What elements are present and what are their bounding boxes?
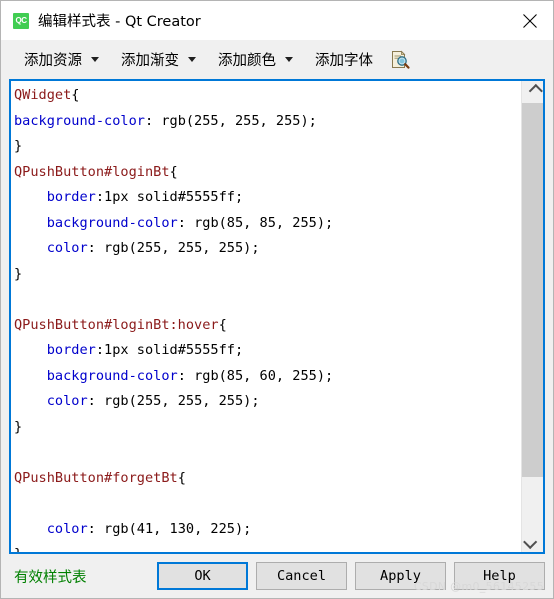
code-line: color: rgb(41, 130, 225); (14, 517, 521, 543)
window-title: 编辑样式表 - Qt Creator (38, 14, 201, 30)
code-line: border:1px solid#5555ff; (14, 338, 521, 364)
code-token: QWidget (14, 87, 72, 103)
code-line: background-color: rgb(85, 60, 255); (14, 364, 521, 390)
code-token: } (14, 418, 23, 435)
stylesheet-editor-dialog: QC 编辑样式表 - Qt Creator 添加资源 添加渐变 添加颜色 添加字… (0, 0, 554, 599)
code-line: QPushButton#forgetBt{ (14, 466, 521, 492)
scroll-up-chevron-icon[interactable] (522, 81, 543, 101)
code-token: color (46, 520, 88, 537)
title-bar: QC 编辑样式表 - Qt Creator (1, 1, 553, 40)
toolbar-item-add-gradient[interactable]: 添加渐变 (118, 47, 182, 73)
document-search-icon[interactable] (389, 49, 411, 71)
code-token: : rgb(85, 60, 255); (177, 367, 334, 384)
dialog-button-box: OK Cancel Apply Help (149, 562, 545, 590)
chevron-down-icon-add-resource[interactable] (85, 47, 105, 73)
code-line: QPushButton#loginBt:hover{ (14, 313, 521, 339)
code-token: color (46, 393, 88, 409)
scroll-down-chevron-icon[interactable] (522, 532, 543, 552)
apply-button[interactable]: Apply (355, 562, 446, 590)
code-token: } (14, 138, 23, 154)
code-token: { (218, 316, 227, 333)
code-token: border (46, 189, 96, 205)
validation-status-text: 有效样式表 (14, 569, 87, 586)
code-token: : rgb(41, 130, 225); (87, 520, 252, 537)
code-line: QWidget{ (14, 83, 521, 109)
dialog-footer: 有效样式表 OK Cancel Apply Help CSDN @m0_5614… (1, 554, 553, 598)
chevron-down-icon-add-color[interactable] (279, 47, 299, 73)
code-line: background-color: rgb(255, 255, 255); (14, 109, 521, 135)
scrollbar-thumb[interactable] (522, 103, 543, 477)
code-token: QPushButton#forgetBt (14, 469, 178, 486)
code-token: : rgb(255, 255, 255); (144, 112, 317, 129)
code-line: } (14, 542, 521, 552)
code-token: { (169, 163, 178, 180)
code-token: : rgb(255, 255, 255); (87, 393, 260, 409)
code-token: border (46, 342, 96, 358)
code-token: } (14, 265, 23, 282)
code-line: QPushButton#loginBt{ (14, 160, 521, 186)
cancel-button[interactable]: Cancel (256, 562, 347, 590)
code-token: color (46, 240, 88, 256)
code-token: } (14, 546, 22, 552)
toolbar-item-label: 添加颜色 (218, 53, 276, 69)
code-token: :1px solid#5555ff; (95, 189, 244, 205)
toolbar-item-add-color[interactable]: 添加颜色 (215, 47, 279, 73)
toolbar-item-add-resource[interactable]: 添加资源 (21, 47, 85, 73)
ok-button[interactable]: OK (157, 562, 248, 590)
code-token: { (71, 87, 80, 103)
code-token: : rgb(255, 255, 255); (87, 240, 260, 256)
qt-creator-icon: QC (13, 12, 29, 29)
code-line: } (14, 415, 521, 441)
code-line: } (14, 134, 521, 160)
toolbar-item-label: 添加渐变 (121, 53, 179, 69)
code-line: color: rgb(255, 255, 255); (14, 389, 521, 415)
code-token: background-color (46, 214, 178, 231)
stylesheet-code-content[interactable]: QWidget{background-color: rgb(255, 255, … (11, 81, 521, 552)
code-line: background-color: rgb(85, 85, 255); (14, 211, 521, 237)
code-token: background-color (46, 367, 178, 384)
code-token: : rgb(85, 85, 255); (177, 214, 334, 231)
toolbar-item-label: 添加字体 (315, 53, 373, 69)
code-token: :1px solid#5555ff; (95, 342, 244, 358)
code-token: QPushButton#loginBt:hover (14, 316, 219, 333)
chevron-down-icon-add-gradient[interactable] (182, 47, 202, 73)
code-token: background-color (14, 112, 145, 129)
code-line: border:1px solid#5555ff; (14, 185, 521, 211)
code-token: QPushButton#loginBt (14, 163, 170, 180)
vertical-scrollbar[interactable] (521, 81, 543, 552)
code-line: color: rgb(255, 255, 255); (14, 236, 521, 262)
help-button[interactable]: Help (454, 562, 545, 590)
toolbar-item-label: 添加资源 (24, 53, 82, 69)
toolbar-item-add-font[interactable]: 添加字体 (312, 47, 376, 73)
code-line: } (14, 262, 521, 288)
code-token: { (177, 469, 186, 486)
toolbar: 添加资源 添加渐变 添加颜色 添加字体 (1, 40, 553, 79)
close-icon[interactable] (507, 1, 553, 40)
stylesheet-text-editor[interactable]: QWidget{background-color: rgb(255, 255, … (9, 79, 545, 554)
